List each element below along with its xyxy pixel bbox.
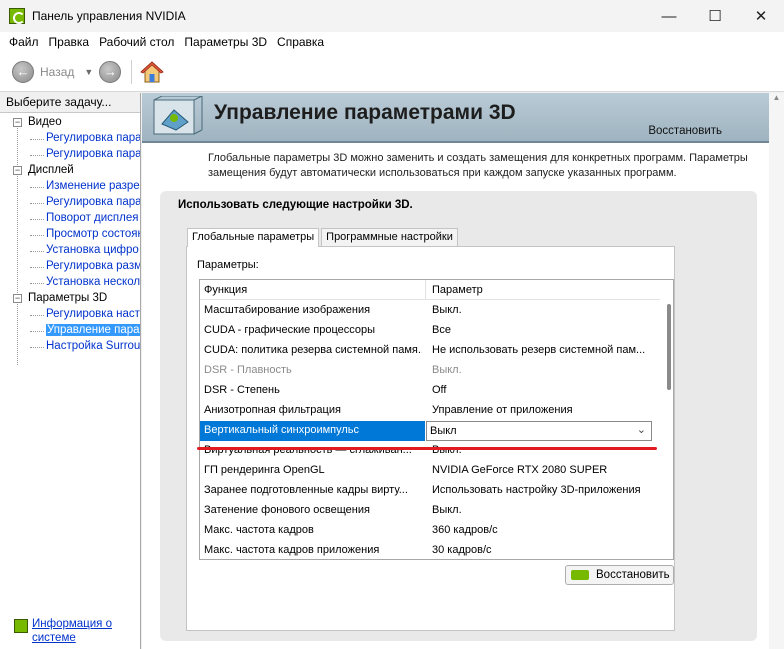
table-row[interactable]: Анизотропная фильтрация Управление от пр… <box>200 401 655 421</box>
nvidia-app-icon <box>9 8 25 24</box>
history-dropdown-icon[interactable]: ▼ <box>84 67 93 77</box>
menu-3d-settings[interactable]: Параметры 3D <box>179 35 272 49</box>
tree-item-display-4[interactable]: Просмотр состоян <box>0 227 140 243</box>
tab-content: Параметры: Функция Параметр Масштабирова… <box>186 246 675 631</box>
task-pane: Выберите задачу... − Видео Регулировка п… <box>0 93 141 649</box>
back-button[interactable]: ← Назад <box>12 60 75 83</box>
column-function: Функция <box>204 284 248 296</box>
table-row[interactable]: CUDA - графические процессоры Все <box>200 321 655 341</box>
menu-help[interactable]: Справка <box>272 35 329 49</box>
menu-desktop[interactable]: Рабочий стол <box>94 35 179 49</box>
page-title: Управление параметрами 3D <box>214 101 516 124</box>
table-row[interactable]: Затенение фонового освещения Выкл. <box>200 501 655 521</box>
collapse-icon[interactable]: − <box>13 118 22 127</box>
panel-heading: Использовать следующие настройки 3D. <box>178 199 413 211</box>
restore-button[interactable]: Восстановить <box>565 565 674 585</box>
vertical-sync-select[interactable]: Выкл ⌄ <box>426 421 652 441</box>
system-info-link[interactable]: Информация о системе <box>14 617 122 645</box>
restore-defaults-link[interactable]: Восстановить <box>648 125 722 137</box>
table-row: DSR - Плавность Выкл. <box>204 364 462 376</box>
table-row[interactable]: CUDA: политика резерва системной памя...… <box>200 341 655 361</box>
highlight-annotation <box>197 447 657 450</box>
tab-program-settings[interactable]: Программные настройки <box>321 228 458 246</box>
settings-tabs: Глобальные параметры Программные настрой… <box>187 228 460 247</box>
tree-item-manage-3d-settings[interactable]: Управление парам <box>0 323 140 339</box>
nvidia-logo-icon <box>571 570 589 580</box>
grid-header: Функция Параметр <box>200 280 660 300</box>
toolbar-separator <box>131 59 133 84</box>
chevron-down-icon[interactable]: ⌄ <box>637 423 646 436</box>
tab-global-settings[interactable]: Глобальные параметры <box>187 228 320 247</box>
table-row[interactable]: ГП рендеринга OpenGL NVIDIA GeForce RTX … <box>200 461 655 481</box>
scroll-up-icon[interactable]: ▲ <box>769 93 784 102</box>
maximize-button[interactable]: ☐ <box>692 0 738 32</box>
tree-item-video-1[interactable]: Регулировка пара <box>0 131 140 147</box>
menu-file[interactable]: Файл <box>4 35 44 49</box>
table-row[interactable]: Масштабирование изображения Выкл. <box>200 301 655 321</box>
tree-item-display-6[interactable]: Регулировка разм <box>0 259 140 275</box>
tree-item-display-5[interactable]: Установка цифро <box>0 243 140 259</box>
settings-grid[interactable]: Функция Параметр Масштабирование изображ… <box>199 279 674 560</box>
task-pane-header: Выберите задачу... <box>0 93 140 113</box>
home-icon[interactable] <box>140 60 165 84</box>
back-label: Назад <box>40 64 75 79</box>
tree-node-display[interactable]: − Дисплей <box>0 163 140 179</box>
table-row[interactable]: Виртуальная реальность — сглаживан... Вы… <box>200 441 655 461</box>
table-row[interactable]: Заранее подготовленные кадры вирту... Ис… <box>200 481 655 501</box>
menu-edit[interactable]: Правка <box>44 35 95 49</box>
tree-item-display-7[interactable]: Установка несколь <box>0 275 140 291</box>
settings-panel: Использовать следующие настройки 3D. Гло… <box>160 191 757 641</box>
main-content: Управление параметрами 3D Восстановить Г… <box>142 93 784 649</box>
table-row[interactable]: Макс. частота кадров приложения 30 кадро… <box>200 541 655 559</box>
table-row[interactable]: DSR - Степень Off <box>200 381 655 401</box>
tree-item-video-2[interactable]: Регулировка пара <box>0 147 140 163</box>
grid-scrollbar-thumb[interactable] <box>667 304 671 390</box>
table-row-vertical-sync[interactable]: Вертикальный синхроимпульс Выкл ⌄ <box>200 421 655 441</box>
3d-settings-icon <box>153 96 203 135</box>
collapse-icon[interactable]: − <box>13 166 22 175</box>
tree-node-3d-settings[interactable]: − Параметры 3D <box>0 291 140 307</box>
tree-item-3d-1[interactable]: Регулировка наст <box>0 307 140 323</box>
title-bar: Панель управления NVIDIA — ☐ ✕ <box>0 0 784 32</box>
close-button[interactable]: ✕ <box>738 0 784 32</box>
minimize-button[interactable]: — <box>646 0 692 32</box>
main-scrollbar[interactable]: ▲ <box>769 93 784 649</box>
back-arrow-icon: ← <box>12 60 34 83</box>
tree-item-3d-3[interactable]: Настройка Surrou <box>0 339 140 355</box>
column-parameter: Параметр <box>432 284 483 296</box>
menu-bar: Файл Правка Рабочий стол Параметры 3D Сп… <box>0 32 784 52</box>
table-row[interactable]: Макс. частота кадров 360 кадров/с <box>200 521 655 541</box>
tree-item-display-1[interactable]: Изменение разреш <box>0 179 140 195</box>
tree-item-display-2[interactable]: Регулировка пара <box>0 195 140 211</box>
system-info-icon <box>14 619 28 633</box>
toolbar: ← Назад ▼ → <box>0 52 784 92</box>
task-tree: − Видео Регулировка пара Регулировка пар… <box>0 115 140 365</box>
tree-item-display-3[interactable]: Поворот дисплея <box>0 211 140 227</box>
window-title: Панель управления NVIDIA <box>32 9 186 23</box>
parameters-label: Параметры: <box>197 259 259 271</box>
collapse-icon[interactable]: − <box>13 294 22 303</box>
tree-node-video[interactable]: − Видео <box>0 115 140 131</box>
page-banner: Управление параметрами 3D Восстановить <box>142 93 769 143</box>
forward-arrow-icon[interactable]: → <box>99 60 122 83</box>
page-description: Глобальные параметры 3D можно заменить и… <box>208 152 748 179</box>
